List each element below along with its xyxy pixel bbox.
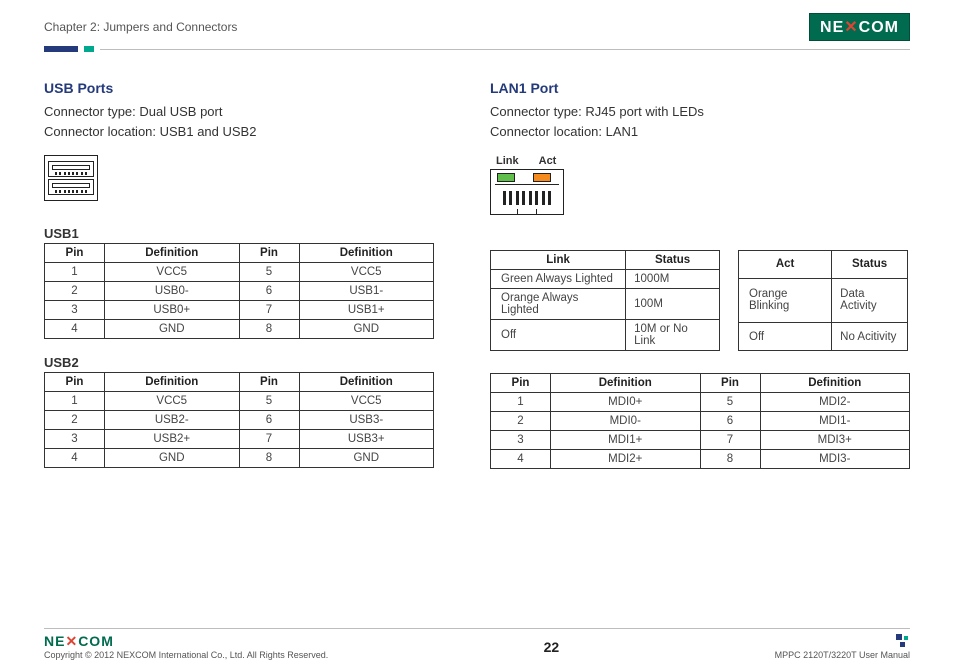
table-row: 1MDI0+5MDI2-: [491, 393, 910, 412]
table-row: 4GND8GND: [45, 320, 434, 339]
lan-section: LAN1 Port Connector type: RJ45 port with…: [490, 80, 910, 469]
usb2-table-title: USB2: [44, 355, 436, 370]
table-row: Orange BlinkingData Activity: [739, 278, 908, 323]
col-def: Definition: [299, 244, 434, 263]
page-number: 22: [544, 639, 560, 655]
usb-section: USB Ports Connector type: Dual USB port …: [44, 80, 436, 469]
link-led-icon: [497, 173, 515, 182]
table-row: Orange Always Lighted100M: [491, 289, 720, 320]
usb-loc-line: Connector location: USB1 and USB2: [44, 122, 436, 142]
footer-decoration-icon: [896, 634, 910, 648]
lan-type-line: Connector type: RJ45 port with LEDs: [490, 102, 910, 122]
table-row: Off10M or No Link: [491, 320, 720, 351]
lan-act-table: ActStatus Orange BlinkingData Activity O…: [738, 250, 908, 351]
table-row: 1VCC55VCC5: [45, 392, 434, 411]
lan-pin-table: PinDefinition PinDefinition 1MDI0+5MDI2-…: [490, 373, 910, 469]
usb-diagram: [44, 155, 98, 201]
lan-diagram: [490, 169, 564, 215]
footer-logo: NE✕COM: [44, 633, 114, 649]
table-row: 4GND8GND: [45, 449, 434, 468]
chapter-title: Chapter 2: Jumpers and Connectors: [44, 20, 237, 34]
copyright-text: Copyright © 2012 NEXCOM International Co…: [44, 650, 328, 660]
col-pin: Pin: [45, 244, 105, 263]
col-def: Definition: [105, 244, 240, 263]
col-pin: Pin: [239, 244, 299, 263]
table-row: 3MDI1+7MDI3+: [491, 431, 910, 450]
manual-name: MPPC 2120T/3220T User Manual: [775, 650, 910, 660]
table-row: Green Always Lighted1000M: [491, 270, 720, 289]
lan-act-label: Act: [539, 155, 557, 167]
table-row: 2MDI0-6MDI1-: [491, 412, 910, 431]
act-led-icon: [533, 173, 551, 182]
usb1-table: Pin Definition Pin Definition 1VCC55VCC5…: [44, 243, 434, 339]
header-divider: [44, 46, 910, 52]
table-row: 3USB0+7USB1+: [45, 301, 434, 320]
brand-logo-text: NE✕COM: [820, 17, 899, 37]
table-row: 3USB2+7USB3+: [45, 430, 434, 449]
usb-type-line: Connector type: Dual USB port: [44, 102, 436, 122]
table-row: 1VCC55VCC5: [45, 263, 434, 282]
table-row: 2USB2-6USB3-: [45, 411, 434, 430]
table-row: OffNo Acitivity: [739, 323, 908, 351]
usb2-table: PinDefinition PinDefinition 1VCC55VCC5 2…: [44, 372, 434, 468]
page-footer: NE✕COM Copyright © 2012 NEXCOM Internati…: [44, 628, 910, 660]
table-row: 4MDI2+8MDI3-: [491, 450, 910, 469]
table-row: 2USB0-6USB1-: [45, 282, 434, 301]
lan-link-label: Link: [496, 155, 519, 167]
lan-link-table: LinkStatus Green Always Lighted1000M Ora…: [490, 250, 720, 351]
usb-title: USB Ports: [44, 80, 436, 96]
brand-logo: NE✕COM: [809, 13, 910, 41]
lan-loc-line: Connector location: LAN1: [490, 122, 910, 142]
lan-title: LAN1 Port: [490, 80, 910, 96]
usb1-table-title: USB1: [44, 226, 436, 241]
